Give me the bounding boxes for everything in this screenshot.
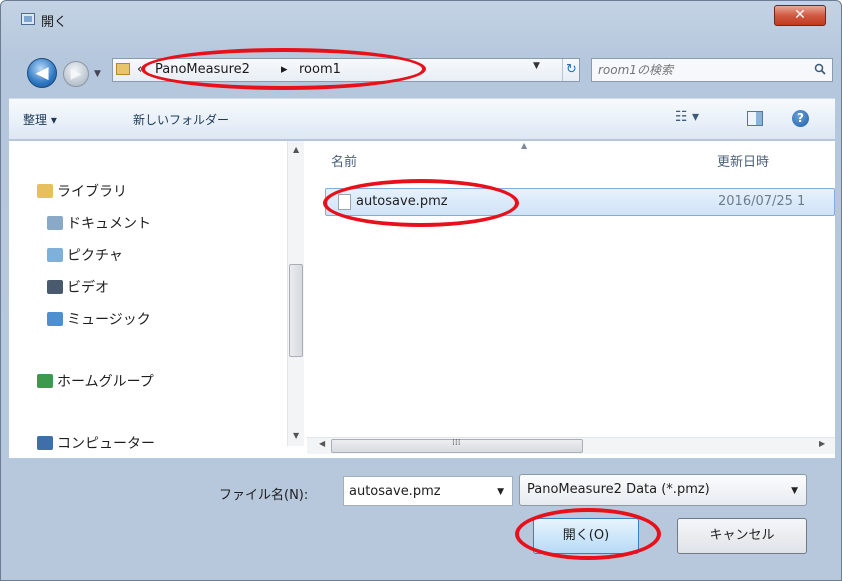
library-icon [37,184,53,198]
horizontal-scrollbar-thumb[interactable]: ⁞⁞⁞ [331,438,583,453]
documents-icon [47,216,63,230]
scroll-down-icon[interactable]: ▼ [293,431,299,440]
sidebar-item-pictures[interactable]: ピクチャ [47,245,123,265]
horizontal-scrollbar[interactable]: ◀ ⁞⁞⁞ ▶ [307,437,835,454]
sidebar-item-documents[interactable]: ドキュメント [47,213,151,233]
dialog-app-icon [21,13,35,25]
sort-ascending-icon: ▲ [521,141,528,150]
videos-icon [47,280,63,294]
search-box[interactable] [591,58,833,82]
close-button[interactable]: ✕ [774,5,826,26]
back-button[interactable]: ◀ [27,58,57,88]
address-bar[interactable]: « PanoMeasure2 ▸ room1 ▼ ↻ [112,58,580,82]
open-button[interactable]: 開く(O) [533,518,639,554]
new-folder-button[interactable]: 新しいフォルダー [133,111,229,128]
recent-locations-button[interactable]: ▼ [94,69,106,81]
scrollbar-thumb[interactable] [289,264,303,357]
column-header-modified[interactable]: 更新日時 [717,151,769,170]
sidebar-item-label: ドキュメント [67,216,151,232]
sidebar-item-label: ピクチャ [67,248,123,264]
cancel-button[interactable]: キャンセル [677,518,807,554]
back-arrow-icon: ◀ [35,63,49,83]
sidebar-item-label: ミュージック [67,312,151,328]
search-icon[interactable] [814,63,826,75]
column-header-name[interactable]: 名前 [331,151,357,170]
preview-pane-icon[interactable] [747,111,763,126]
address-dropdown-icon[interactable]: ▼ [533,61,540,71]
file-type-value: PanoMeasure2 Data (*.pmz) [527,482,710,497]
homegroup-icon [37,374,53,388]
scroll-right-icon[interactable]: ▶ [819,439,825,448]
dialog-title: 開く [41,15,68,30]
organize-menu-button[interactable]: 整理 ▾ [23,111,57,128]
grip-icon: ⁞⁞⁞ [452,438,461,448]
filename-combobox[interactable]: ▼ [343,476,513,506]
sidebar-item-label: ホームグループ [57,374,154,390]
sidebar-item-library[interactable]: ライブラリ [37,181,127,201]
search-input[interactable] [592,59,802,81]
forward-arrow-icon: ▶ [70,66,82,82]
scroll-left-icon[interactable]: ◀ [319,439,325,448]
title-bar[interactable]: 開く ✕ [1,1,842,35]
file-type-filter[interactable]: PanoMeasure2 Data (*.pmz) ▼ [519,474,807,506]
view-list-icon: ☷ ▾ [675,109,700,125]
breadcrumb-separator[interactable]: ▸ [281,62,288,77]
sidebar-item-music[interactable]: ミュージック [47,309,151,329]
file-row[interactable]: autosave.pmz 2016/07/25 1 [325,188,835,216]
file-name: autosave.pmz [356,194,448,209]
computer-icon [37,436,53,450]
breadcrumb-overflow[interactable]: « [137,62,145,77]
file-icon [338,194,351,210]
dialog-window: 開く ✕ ◀ ▶ ▼ « PanoMeasure2 ▸ room1 ▼ ↻ 整理… [0,0,842,581]
pictures-icon [47,248,63,262]
refresh-icon[interactable]: ↻ [562,59,580,81]
sidebar-item-label: ビデオ [67,280,109,296]
navigation-scrollbar[interactable]: ▲ ▼ [287,141,304,446]
breadcrumb-room1[interactable]: room1 [299,62,341,77]
content-area: ライブラリ ドキュメント ピクチャ ビデオ ミュージック ホームグループ コンピ… [9,141,835,458]
command-toolbar: 整理 ▾ 新しいフォルダー ☷ ▾ ? [9,98,835,140]
help-icon[interactable]: ? [792,110,809,127]
music-icon [47,312,63,326]
chevron-down-icon: ▼ [94,69,101,79]
breadcrumb-panomeasure2[interactable]: PanoMeasure2 [155,62,250,77]
chevron-down-icon[interactable]: ▼ [497,487,504,497]
forward-button[interactable]: ▶ [63,61,89,87]
sidebar-item-videos[interactable]: ビデオ [47,277,109,297]
scroll-up-icon[interactable]: ▲ [293,145,299,154]
sidebar-item-homegroup[interactable]: ホームグループ [37,371,154,391]
sidebar-item-computer[interactable]: コンピューター [37,433,155,453]
close-icon: ✕ [794,7,806,23]
filename-label: ファイル名(N): [219,488,309,503]
change-view-button[interactable]: ☷ ▾ [675,109,705,129]
chevron-down-icon: ▼ [791,486,798,496]
file-modified-date: 2016/07/25 1 [718,194,806,209]
sidebar-item-label: コンピューター [57,436,155,452]
folder-icon [116,63,130,75]
sidebar-item-label: ライブラリ [57,184,127,200]
filename-input[interactable] [344,477,489,505]
file-list-pane: 名前 ▲ 更新日時 autosave.pmz 2016/07/25 1 ◀ ⁞⁞… [307,141,835,458]
navigation-pane: ライブラリ ドキュメント ピクチャ ビデオ ミュージック ホームグループ コンピ… [9,141,306,458]
